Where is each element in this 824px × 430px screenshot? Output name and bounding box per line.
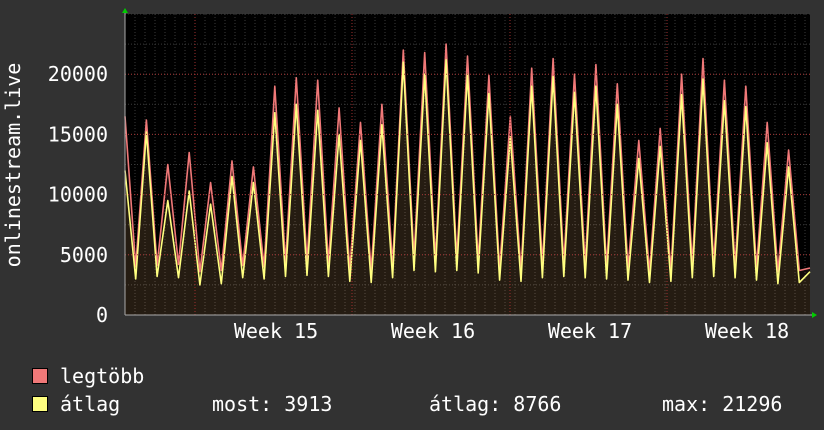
stat-max: max: 21296 (662, 392, 783, 416)
stat-avg: átlag: 8766 (429, 392, 562, 416)
legend: legtöbb átlag most: 3913 átlag: 8766 max… (32, 362, 812, 418)
legend-swatch-avg (32, 396, 48, 412)
x-tick-label: Week 15 (234, 319, 318, 343)
legend-label-avg: átlag (60, 392, 121, 416)
y-tick-label: 15000 (48, 122, 108, 146)
x-axis-arrow-icon (812, 312, 817, 318)
y-axis-arrow-icon (122, 8, 128, 13)
x-tick-label: Week 18 (705, 319, 789, 343)
stat-now: most: 3913 (212, 392, 333, 416)
y-tick-label: 0 (96, 303, 108, 327)
legend-row-max: legtöbb (32, 362, 812, 390)
y-tick-label: 10000 (48, 183, 108, 207)
x-tick-label: Week 17 (548, 319, 632, 343)
chart-svg: 0 5000 10000 15000 20000 Week 15 Week 16 Week 1… (1, 8, 817, 343)
y-axis-label: onlinestream.live (1, 63, 25, 268)
x-tick-label: Week 16 (391, 319, 475, 343)
legend-label-max: legtöbb (60, 364, 145, 388)
y-tick-label: 20000 (48, 62, 108, 86)
chart-root: 0 5000 10000 15000 20000 Week 15 Week 16 Week 1… (0, 0, 824, 430)
legend-swatch-max (32, 368, 48, 384)
y-tick-label: 5000 (60, 243, 108, 267)
